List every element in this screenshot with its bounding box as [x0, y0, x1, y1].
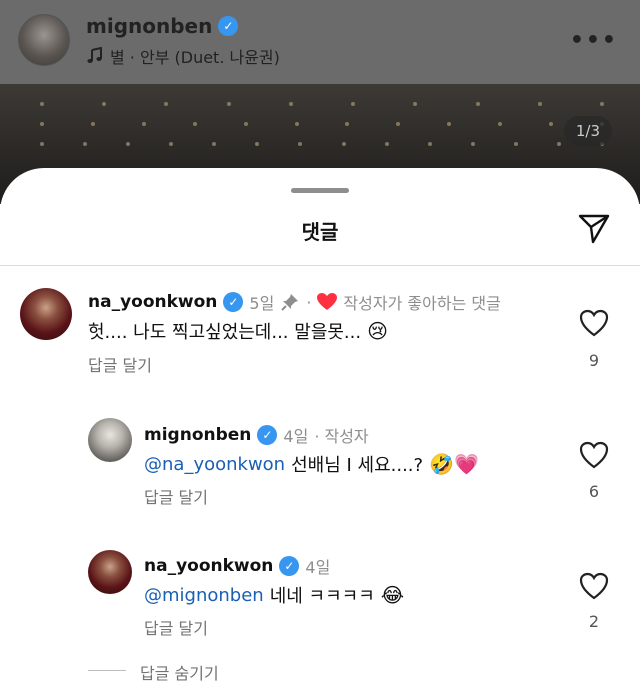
comment-header: mignonben ✓ 4일 · 작성자 — [144, 423, 369, 447]
ceiling-light — [345, 122, 350, 126]
comment-username[interactable]: na_yoonkwon — [144, 556, 273, 576]
ceiling-light — [288, 102, 293, 106]
comment-body: 선배님 I 세요....? — [291, 455, 424, 476]
post-music-info[interactable]: 별 · 안부 (Duet. 나윤권) — [86, 44, 280, 68]
heart-filled-icon — [317, 293, 338, 310]
comment-text: @mignonben 네네 ㅋㅋㅋㅋ 😂 — [144, 582, 404, 608]
reply-button[interactable]: 답글 달기 — [144, 615, 208, 639]
hide-replies-line — [88, 670, 126, 671]
ceiling-light — [40, 102, 44, 106]
heart-outline-icon[interactable] — [579, 571, 609, 601]
like-count: 2 — [588, 612, 600, 631]
page-indicator: 1/3 — [563, 116, 612, 146]
ceiling-light — [470, 142, 475, 146]
ceiling-light — [102, 102, 107, 106]
ceiling-light — [447, 122, 452, 126]
laughing-heart-emoji: 🤣💗 — [429, 452, 479, 476]
sheet-divider — [0, 265, 640, 266]
like-count: 6 — [588, 482, 600, 501]
ceiling-light — [341, 142, 346, 146]
ceiling-light — [556, 142, 561, 146]
ceiling-light — [498, 122, 503, 126]
post-author-username[interactable]: mignonben ✓ — [86, 14, 239, 38]
heart-outline-icon[interactable] — [579, 308, 609, 338]
author-liked-label: 작성자가 좋아하는 댓글 — [343, 294, 501, 313]
ceiling-light — [351, 102, 356, 106]
mention-link[interactable]: @na_yoonkwon — [144, 454, 285, 475]
ceiling-light — [298, 142, 303, 146]
ceiling-light — [255, 142, 260, 146]
avatar[interactable] — [20, 288, 72, 340]
ceiling-light — [600, 102, 604, 106]
comment-text: @na_yoonkwon 선배님 I 세요....? 🤣💗 — [144, 451, 479, 477]
mention-link[interactable]: @mignonben — [144, 585, 264, 606]
comment-username[interactable]: na_yoonkwon — [88, 292, 217, 312]
music-note-icon — [87, 47, 102, 63]
crying-emoji: 😢 — [367, 319, 388, 343]
ceiling-light — [475, 102, 480, 106]
ceiling-light — [413, 102, 418, 106]
ceiling-light — [192, 122, 197, 126]
more-horizontal-icon[interactable]: ••• — [570, 28, 618, 53]
ceiling-light — [169, 142, 174, 146]
verified-badge-icon: ✓ — [223, 292, 244, 312]
avatar[interactable] — [88, 418, 132, 462]
tears-of-joy-emoji: 😂 — [380, 583, 405, 607]
reply-button[interactable]: 답글 달기 — [88, 352, 152, 376]
like-count: 9 — [588, 351, 600, 370]
post-author-avatar[interactable] — [18, 14, 70, 66]
comment-time: 4일 — [283, 427, 309, 446]
ceiling-light — [212, 142, 217, 146]
ceiling-light — [40, 142, 44, 146]
comment-header: na_yoonkwon ✓ 5일 · 작성자가 좋아하는 댓글 — [88, 290, 501, 314]
reply-button[interactable]: 답글 달기 — [144, 484, 208, 508]
sheet-drag-handle[interactable] — [291, 188, 349, 193]
verified-badge-icon: ✓ — [218, 16, 239, 36]
comment-body: 네네 ㅋㅋㅋㅋ — [269, 586, 375, 607]
ceiling-light — [537, 102, 542, 106]
meta-dot: · — [306, 292, 312, 312]
verified-badge-icon: ✓ — [279, 556, 300, 576]
post-header: mignonben ✓ 별 · 안부 (Duet. 나윤권) ••• — [0, 0, 640, 84]
ceiling-light — [164, 102, 169, 106]
ceiling-light — [513, 142, 518, 146]
author-tag: · 작성자 — [314, 427, 369, 446]
pin-icon — [281, 294, 299, 311]
comment-text: 헛.... 나도 찍고싶었는데... 말을못... 😢 — [88, 318, 388, 344]
ceiling-light — [40, 122, 44, 126]
comment-body: 헛.... 나도 찍고싶었는데... 말을못... — [88, 322, 362, 343]
ceiling-light — [427, 142, 432, 146]
post-song-text: 별 · 안부 (Duet. 나윤권) — [110, 48, 280, 67]
comment-time: 5일 — [249, 294, 275, 313]
verified-badge-icon: ✓ — [257, 425, 278, 445]
ceiling-light — [294, 122, 299, 126]
ceiling-light — [384, 142, 389, 146]
ceiling-light — [83, 142, 88, 146]
avatar[interactable] — [88, 550, 132, 594]
sheet-title: 댓글 — [301, 220, 339, 244]
ceiling-light — [226, 102, 231, 106]
comment-time: 4일 — [305, 558, 331, 577]
ceiling-light — [396, 122, 401, 126]
post-username-text[interactable]: mignonben — [86, 14, 212, 38]
ceiling-light — [549, 122, 554, 126]
heart-outline-icon[interactable] — [579, 440, 609, 470]
ceiling-light — [126, 142, 131, 146]
ceiling-light — [90, 122, 95, 126]
hide-replies-button[interactable]: 답글 숨기기 — [140, 660, 219, 684]
ceiling-light — [141, 122, 146, 126]
comment-header: na_yoonkwon ✓ 4일 — [144, 554, 330, 578]
comment-username[interactable]: mignonben — [144, 425, 251, 445]
send-icon[interactable] — [576, 210, 612, 246]
ceiling-light — [243, 122, 248, 126]
